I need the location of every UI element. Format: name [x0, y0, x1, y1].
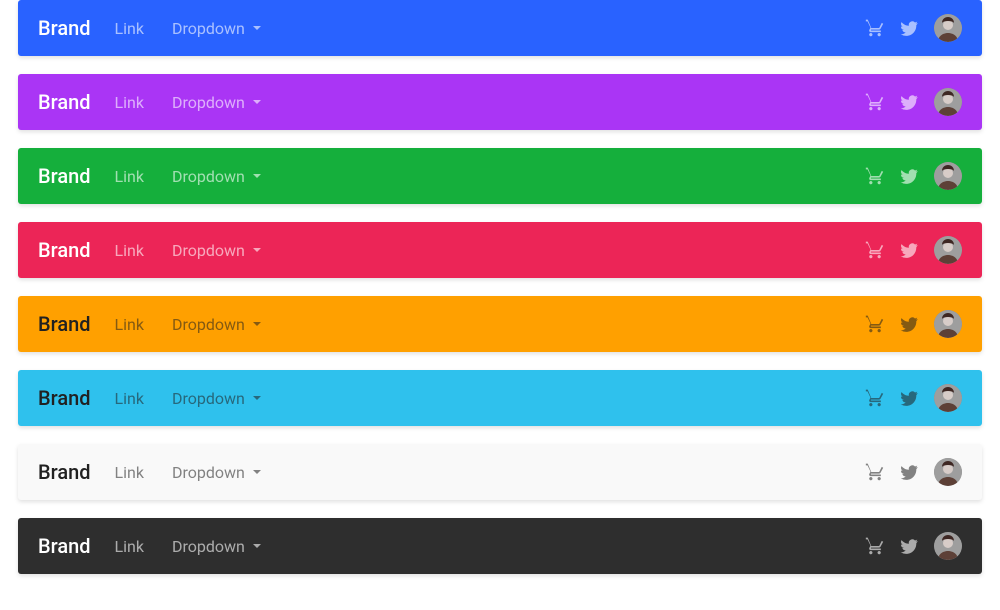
twitter-icon[interactable]	[898, 165, 920, 187]
nav-dropdown-label: Dropdown	[172, 315, 245, 334]
brand-label[interactable]: Brand	[38, 534, 91, 558]
twitter-icon[interactable]	[898, 461, 920, 483]
navbar-0: Brand Link Dropdown	[18, 0, 982, 56]
nav-dropdown-label: Dropdown	[172, 93, 245, 112]
avatar[interactable]	[934, 162, 962, 190]
nav-dropdown-label: Dropdown	[172, 241, 245, 260]
avatar[interactable]	[934, 458, 962, 486]
brand-label[interactable]: Brand	[38, 90, 91, 114]
twitter-icon[interactable]	[898, 535, 920, 557]
nav-dropdown-label: Dropdown	[172, 167, 245, 186]
caret-down-icon	[253, 470, 261, 474]
nav-dropdown-label: Dropdown	[172, 537, 245, 556]
navbar-1: Brand Link Dropdown	[18, 74, 982, 130]
nav-link[interactable]: Link	[115, 315, 144, 334]
caret-down-icon	[253, 26, 261, 30]
nav-link[interactable]: Link	[115, 241, 144, 260]
avatar[interactable]	[934, 532, 962, 560]
brand-label[interactable]: Brand	[38, 164, 91, 188]
nav-link[interactable]: Link	[115, 389, 144, 408]
twitter-icon[interactable]	[898, 17, 920, 39]
nav-link[interactable]: Link	[115, 167, 144, 186]
navbar-4: Brand Link Dropdown	[18, 296, 982, 352]
twitter-icon[interactable]	[898, 387, 920, 409]
caret-down-icon	[253, 544, 261, 548]
caret-down-icon	[253, 174, 261, 178]
nav-dropdown-label: Dropdown	[172, 389, 245, 408]
avatar[interactable]	[934, 384, 962, 412]
twitter-icon[interactable]	[898, 239, 920, 261]
caret-down-icon	[253, 248, 261, 252]
twitter-icon[interactable]	[898, 91, 920, 113]
brand-label[interactable]: Brand	[38, 312, 91, 336]
nav-dropdown-label: Dropdown	[172, 19, 245, 38]
cart-icon[interactable]	[864, 313, 886, 335]
navbar-3: Brand Link Dropdown	[18, 222, 982, 278]
nav-dropdown-label: Dropdown	[172, 463, 245, 482]
cart-icon[interactable]	[864, 535, 886, 557]
nav-dropdown[interactable]: Dropdown	[172, 315, 261, 334]
avatar[interactable]	[934, 14, 962, 42]
nav-dropdown[interactable]: Dropdown	[172, 93, 261, 112]
brand-label[interactable]: Brand	[38, 386, 91, 410]
nav-dropdown[interactable]: Dropdown	[172, 241, 261, 260]
twitter-icon[interactable]	[898, 313, 920, 335]
nav-dropdown[interactable]: Dropdown	[172, 463, 261, 482]
navbar-2: Brand Link Dropdown	[18, 148, 982, 204]
cart-icon[interactable]	[864, 461, 886, 483]
nav-link[interactable]: Link	[115, 537, 144, 556]
caret-down-icon	[253, 396, 261, 400]
cart-icon[interactable]	[864, 387, 886, 409]
cart-icon[interactable]	[864, 165, 886, 187]
nav-dropdown[interactable]: Dropdown	[172, 537, 261, 556]
nav-dropdown[interactable]: Dropdown	[172, 389, 261, 408]
navbar-7: Brand Link Dropdown	[18, 518, 982, 574]
brand-label[interactable]: Brand	[38, 460, 91, 484]
brand-label[interactable]: Brand	[38, 16, 91, 40]
nav-dropdown[interactable]: Dropdown	[172, 167, 261, 186]
avatar[interactable]	[934, 310, 962, 338]
caret-down-icon	[253, 322, 261, 326]
avatar[interactable]	[934, 236, 962, 264]
cart-icon[interactable]	[864, 239, 886, 261]
nav-link[interactable]: Link	[115, 93, 144, 112]
nav-link[interactable]: Link	[115, 463, 144, 482]
avatar[interactable]	[934, 88, 962, 116]
nav-dropdown[interactable]: Dropdown	[172, 19, 261, 38]
brand-label[interactable]: Brand	[38, 238, 91, 262]
caret-down-icon	[253, 100, 261, 104]
navbar-5: Brand Link Dropdown	[18, 370, 982, 426]
cart-icon[interactable]	[864, 91, 886, 113]
nav-link[interactable]: Link	[115, 19, 144, 38]
cart-icon[interactable]	[864, 17, 886, 39]
navbar-6: Brand Link Dropdown	[18, 444, 982, 500]
